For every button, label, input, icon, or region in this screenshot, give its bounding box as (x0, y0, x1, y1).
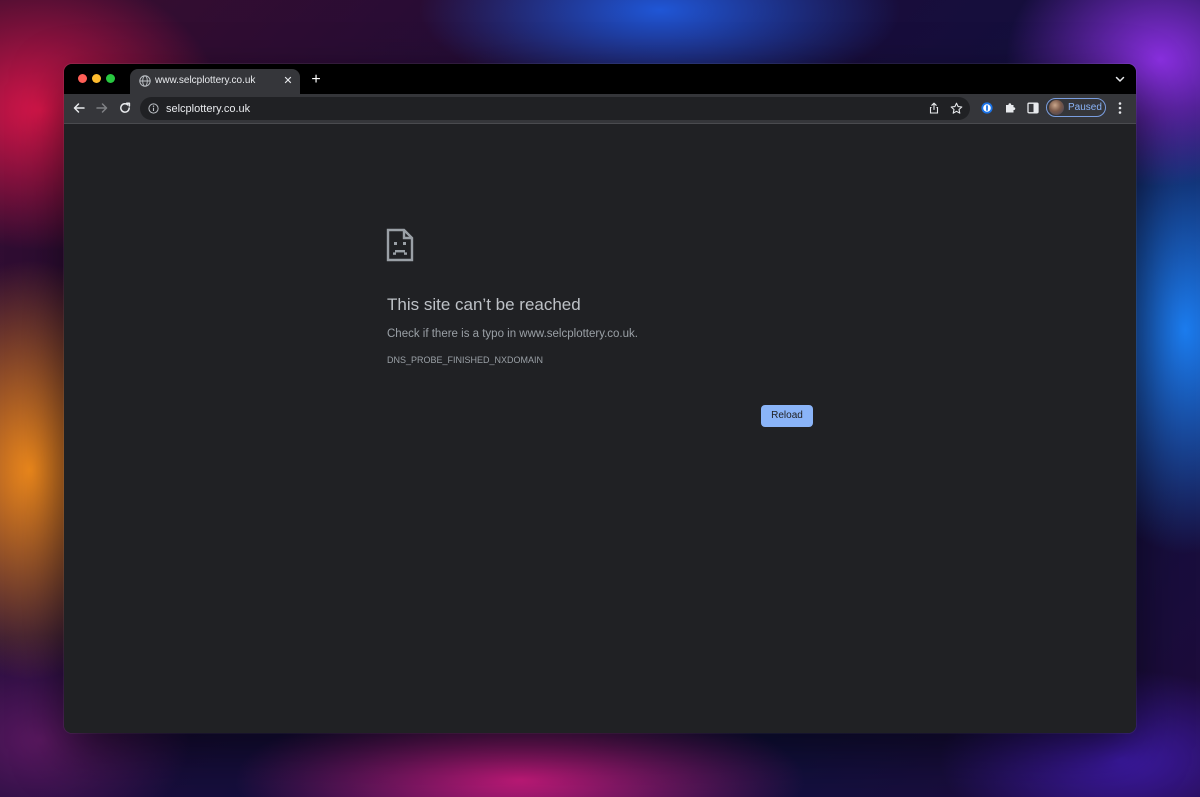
reload-button[interactable]: Reload (761, 405, 813, 427)
sad-page-icon (386, 228, 414, 262)
tab-title: www.selcplottery.co.uk (155, 75, 256, 86)
tab-active[interactable]: www.selcplottery.co.uk ✕ (130, 69, 300, 94)
error-code: DNS_PROBE_FINISHED_NXDOMAIN (387, 355, 544, 365)
error-description: Check if there is a typo in www.selcplot… (387, 328, 638, 340)
plus-icon[interactable]: + (308, 72, 324, 88)
chevron-down-icon[interactable] (1114, 73, 1126, 85)
arrow-left-icon[interactable] (72, 101, 86, 115)
puzzle-icon[interactable] (1004, 101, 1017, 114)
minimize-window-button[interactable] (92, 74, 101, 83)
page-content: This site can’t be reached Check if ther… (64, 124, 1136, 733)
profile-status-label: Paused (1068, 102, 1102, 113)
profile-button[interactable]: Paused (1046, 98, 1106, 117)
page-title: This site can’t be reached (387, 295, 581, 314)
globe-icon (139, 75, 151, 87)
arrow-right-icon[interactable] (95, 101, 109, 115)
share-icon[interactable] (928, 102, 940, 114)
browser-window: www.selcplottery.co.uk ✕ + selcplottery.… (64, 64, 1136, 733)
avatar (1049, 100, 1064, 115)
url-text[interactable]: selcplottery.co.uk (166, 103, 250, 115)
toolbar: selcplottery.co.uk Paused (64, 94, 1136, 124)
tab-strip: www.selcplottery.co.uk ✕ + (64, 64, 1136, 94)
maximize-window-button[interactable] (106, 74, 115, 83)
close-icon[interactable]: ✕ (281, 74, 295, 88)
address-bar[interactable]: selcplottery.co.uk (140, 97, 970, 120)
desktop-wallpaper: www.selcplottery.co.uk ✕ + selcplottery.… (0, 0, 1200, 797)
kebab-menu-icon[interactable] (1115, 101, 1125, 115)
reload-icon[interactable] (118, 101, 132, 115)
star-icon[interactable] (950, 102, 963, 115)
info-icon[interactable] (148, 103, 159, 114)
1password-icon[interactable] (981, 102, 993, 114)
close-window-button[interactable] (78, 74, 87, 83)
side-panel-icon[interactable] (1027, 102, 1039, 114)
